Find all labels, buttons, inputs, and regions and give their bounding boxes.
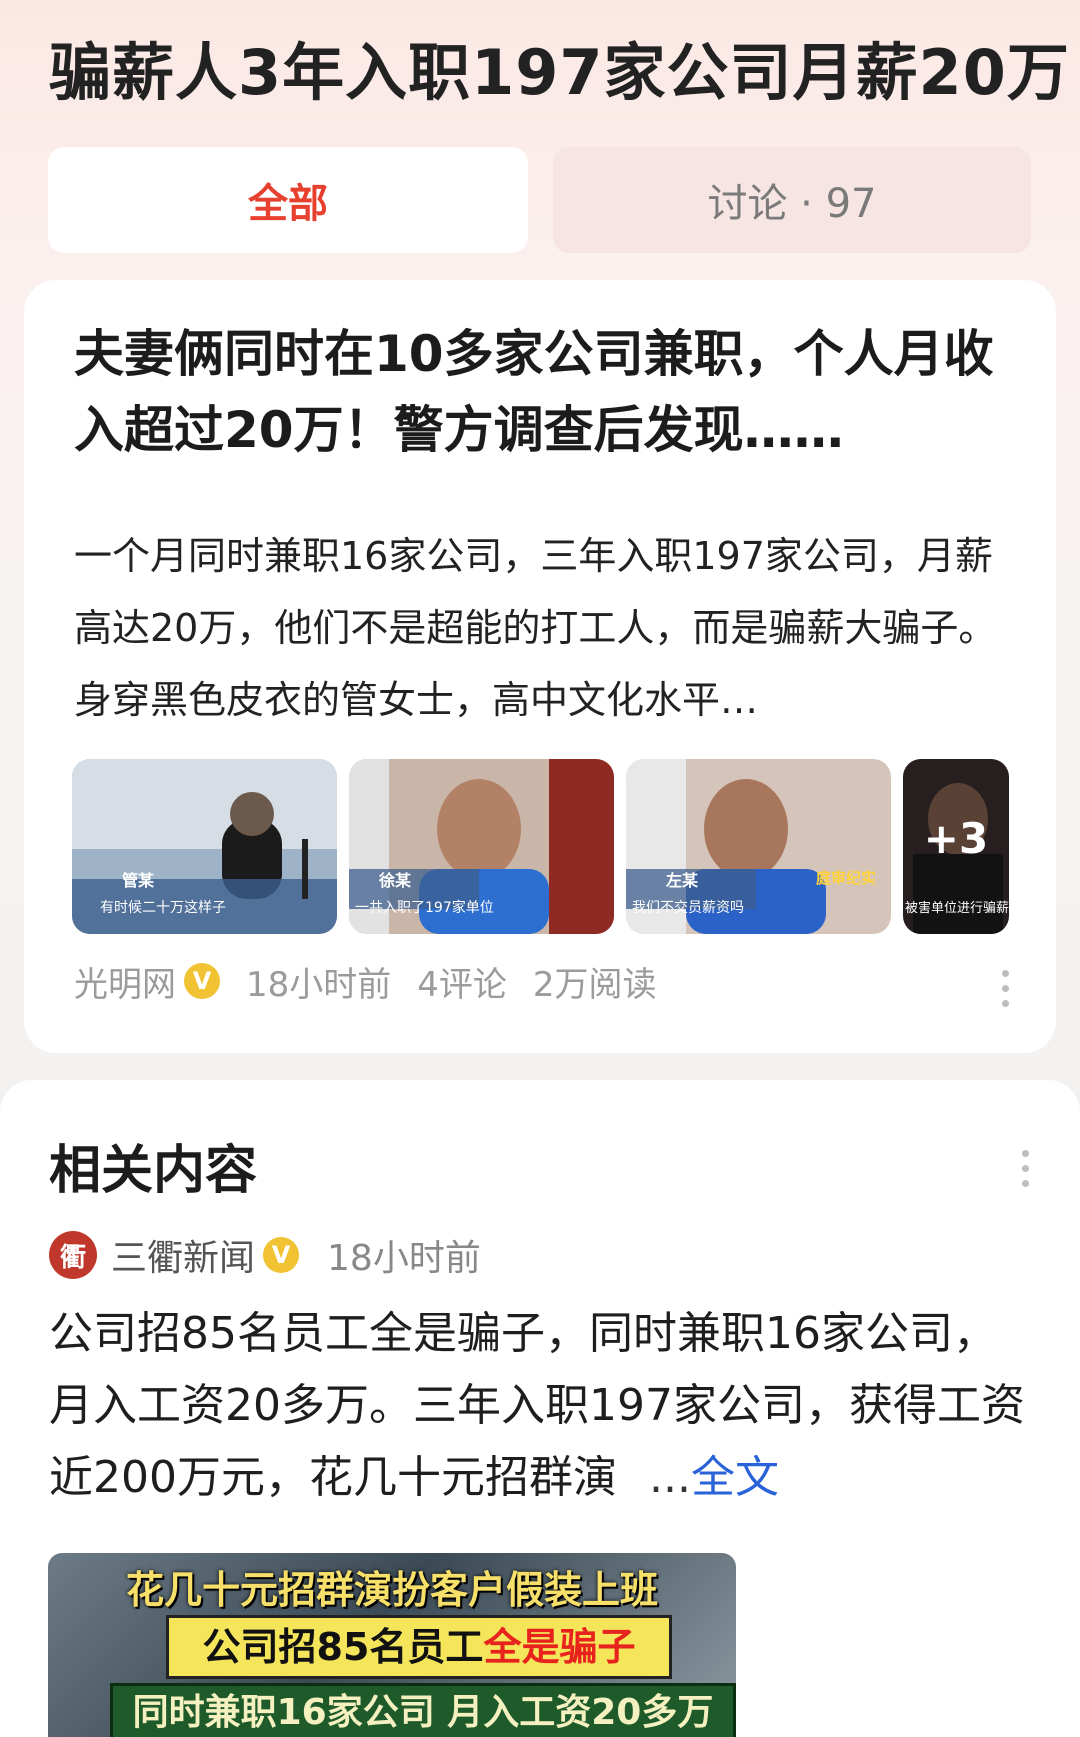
related-source-row: 衢 三衢新闻 V 18小时前 [49,1230,481,1280]
article-reads: 2万阅读 [532,964,657,1005]
text-ellipsis: ... [648,1452,691,1503]
video-caption-line2-a: 公司招85名员工 [202,1625,484,1669]
article-image-3[interactable]: 我们不交员薪资吗 左某 庭审纪实 [626,759,891,934]
verified-badge-icon: V [184,963,220,999]
source-logo-icon: 衢 [49,1231,97,1279]
article-image-1[interactable]: 有时候二十万这样子 管某 [72,759,337,934]
article-image-2[interactable]: 一共入职了197家单位 徐某 [349,759,614,934]
more-vertical-icon[interactable] [1022,1150,1030,1195]
article-summary[interactable]: 一个月同时兼职16家公司，三年入职197家公司，月薪高达20万，他们不是超能的打… [74,520,1024,736]
related-time: 18小时前 [327,1238,481,1279]
video-caption-line1: 花几十元招群演扮客户假装上班 [125,1568,658,1612]
image-person-name: 左某 [666,871,699,890]
article-comments[interactable]: 4评论 [417,957,507,1006]
image-tag: 庭审纪实 [816,869,877,887]
article-time: 18小时前 [246,964,392,1005]
video-caption-line3: 同时兼职16家公司 月入工资20多万 [110,1683,736,1737]
related-title: 相关内容 [49,1141,258,1201]
tab-all[interactable]: 全部 [48,147,528,253]
article-source[interactable]: 光明网 [74,957,176,1006]
related-text[interactable]: 公司招85名员工全是骗子，同时兼职16家公司，月入工资20多万。三年入职197家… [49,1298,1039,1514]
related-video-thumbnail[interactable]: 花几十元招群演扮客户假装上班 公司招85名员工全是骗子 同时兼职16家公司 月入… [48,1553,736,1737]
page-title: 骗薪人3年入职197家公司月薪20万 [49,36,1070,109]
article-headline[interactable]: 夫妻俩同时在10多家公司兼职，个人月收入超过20万！警方调查后发现…… [74,316,1014,468]
more-images-count[interactable]: +3 [903,814,1009,863]
image-caption: 我们不交员薪资吗 [632,900,744,916]
image-caption: 一共入职了197家单位 [355,900,494,916]
image-person-name: 管某 [122,871,155,890]
article-meta: 光明网 V 18小时前 4评论 2万阅读 [74,956,683,1006]
tab-discussion[interactable]: 讨论 · 97 [553,147,1031,253]
full-text-link[interactable]: 全文 [691,1452,779,1503]
article-card[interactable]: 夫妻俩同时在10多家公司兼职，个人月收入超过20万！警方调查后发现…… 一个月同… [24,280,1056,1053]
related-text-body: 公司招85名员工全是骗子，同时兼职16家公司，月入工资20多万。三年入职197家… [49,1308,1025,1503]
article-image-strip: 有时候二十万这样子 管某 一共入职了197家单位 徐某 我们不交员薪资吗 左某 … [72,759,1032,934]
image-person-name: 徐某 [379,871,412,890]
image-caption: 有时候二十万这样子 [100,900,226,916]
image-caption: 被害单位进行骗薪 [905,901,1009,916]
video-caption-line2-b: 全是骗子 [483,1625,636,1669]
related-source[interactable]: 三衢新闻 [111,1229,255,1281]
verified-badge-icon: V [263,1237,300,1273]
more-vertical-icon[interactable] [1002,970,1010,1015]
video-caption-line2: 公司招85名员工全是骗子 [166,1615,672,1679]
article-image-4[interactable]: 被害单位进行骗薪 +3 [903,759,1009,934]
